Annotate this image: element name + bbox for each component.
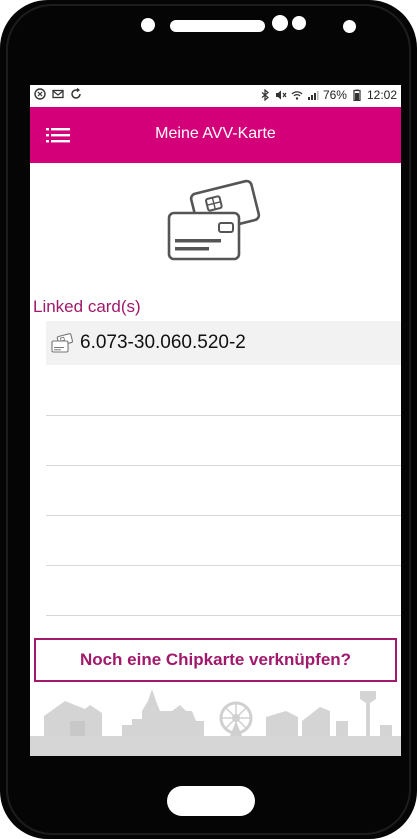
linked-cards-label: Linked card(s) xyxy=(33,297,141,316)
empty-list-row xyxy=(46,566,401,616)
home-button[interactable] xyxy=(167,786,255,816)
empty-list-row xyxy=(46,365,401,416)
bluetooth-icon xyxy=(261,89,269,101)
earpiece-speaker xyxy=(170,20,265,32)
wifi-icon xyxy=(291,91,303,100)
mail-icon xyxy=(52,89,64,99)
proximity-sensor xyxy=(141,18,155,32)
app-bar: Meine AVV-Karte xyxy=(30,107,401,163)
linked-card-item[interactable]: 6.073-30.060.520-2 xyxy=(46,321,401,365)
clock: 12:02 xyxy=(366,88,397,102)
notification-icon xyxy=(34,88,46,100)
chip-card-icon xyxy=(51,333,73,353)
empty-list-row xyxy=(46,466,401,516)
sync-icon xyxy=(71,88,81,99)
ir-sensor xyxy=(343,20,356,33)
mute-icon xyxy=(275,90,287,100)
linked-cards-list: 6.073-30.060.520-2 xyxy=(46,321,401,616)
empty-list-row xyxy=(46,416,401,466)
battery-percent: 76% xyxy=(322,88,347,102)
light-sensor xyxy=(292,16,306,30)
link-another-card-button[interactable]: Noch eine Chipkarte verknüpfen? xyxy=(34,638,397,682)
chip-card-illustration xyxy=(167,179,261,261)
phone-top-sensors xyxy=(0,0,417,60)
phone-frame: 76% 12:02 Meine AVV-Karte Linked card(s)… xyxy=(0,0,417,839)
app-title: Meine AVV-Karte xyxy=(155,125,276,142)
status-bar: 76% 12:02 xyxy=(30,85,401,107)
empty-list-row xyxy=(46,516,401,566)
app-screen: 76% 12:02 Meine AVV-Karte Linked card(s)… xyxy=(30,85,401,756)
city-skyline-illustration xyxy=(30,689,401,756)
signal-icon xyxy=(307,91,319,100)
front-camera xyxy=(272,15,288,31)
battery-icon xyxy=(353,89,361,101)
card-number: 6.073-30.060.520-2 xyxy=(80,332,246,353)
